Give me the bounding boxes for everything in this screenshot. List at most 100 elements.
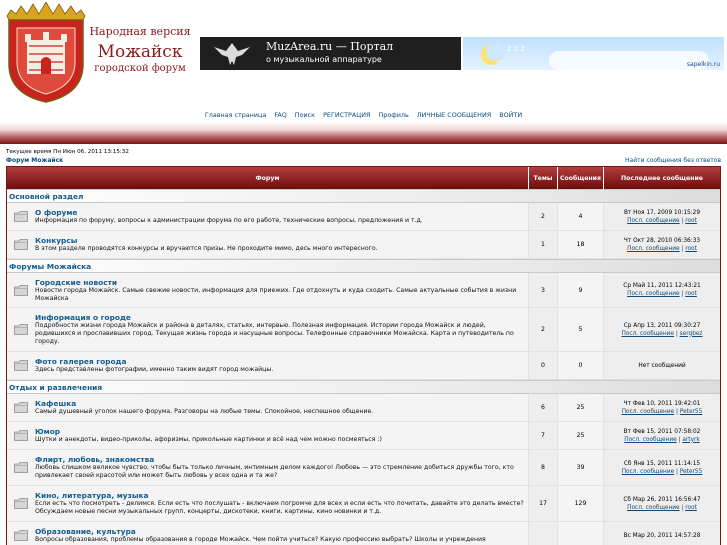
forum-name-link[interactable]: Юмор bbox=[35, 427, 524, 436]
forum-cell: Флирт, любовь, знакомства Любовь слишком … bbox=[7, 450, 528, 485]
forum-description: Если есть что посмотреть - делимся. Если… bbox=[35, 500, 524, 515]
eagle-icon bbox=[214, 43, 250, 65]
header-last-post: Последнее сообщение bbox=[603, 167, 720, 189]
forum-index-link[interactable]: Форум Можайск bbox=[6, 157, 63, 164]
forum-posts-count: 25 bbox=[557, 394, 603, 421]
last-post-label[interactable]: Посл. сообщение bbox=[627, 505, 680, 511]
last-post-author[interactable]: root bbox=[685, 218, 697, 224]
forum-cell: Информация о городе Подробности жизни гор… bbox=[7, 308, 528, 351]
last-post-link[interactable]: Посл. сообщение | sergbez bbox=[622, 330, 703, 338]
last-post-cell: Чт Фев 10, 2011 19:42:01 Посл. сообщение … bbox=[603, 394, 720, 421]
nav-faq[interactable]: FAQ bbox=[274, 111, 286, 119]
last-post-label[interactable]: Посл. сообщение bbox=[627, 218, 680, 224]
last-post-date: Ср Апр 13, 2011 09:30:27 bbox=[623, 322, 701, 329]
forum-name-link[interactable]: Образование, культура bbox=[35, 527, 524, 536]
forum-row: Флирт, любовь, знакомства Любовь слишком … bbox=[7, 450, 720, 486]
nav-search[interactable]: Поиск bbox=[295, 111, 315, 119]
folder-icon bbox=[7, 360, 35, 371]
folder-icon bbox=[7, 239, 35, 250]
last-post-author[interactable]: root bbox=[685, 291, 697, 297]
last-post-label[interactable]: Посл. сообщение bbox=[622, 469, 675, 475]
forum-cell: Юмор Шутки и анекдоты, видео-приколы, афо… bbox=[7, 422, 528, 449]
last-post-label[interactable]: Посл. сообщение bbox=[627, 246, 680, 252]
last-post-author[interactable]: artyrk bbox=[682, 437, 699, 443]
forum-info: Образование, культура Вопросы образования… bbox=[35, 527, 524, 544]
last-post-link[interactable]: Посл. сообщение | Peter55 bbox=[622, 408, 703, 416]
last-post-label[interactable]: Посл. сообщение bbox=[622, 409, 675, 415]
decorative-red-bar bbox=[0, 122, 727, 144]
logo-line2: Можайск bbox=[97, 42, 183, 62]
current-time: Текущее время Пн Июн 06, 2011 13:15:32 bbox=[6, 149, 129, 155]
site-logo[interactable]: Народная версия Можайск городской форум bbox=[88, 25, 192, 75]
forum-row: Информация о городе Подробности жизни гор… bbox=[7, 308, 720, 352]
forum-description: Здесь представлены фотографии, именно та… bbox=[35, 366, 274, 373]
category-header[interactable]: Отдых и развлечения bbox=[7, 380, 720, 394]
forum-row: Кино, литература, музыка Если есть что по… bbox=[7, 486, 720, 522]
forum-name-link[interactable]: Информация о городе bbox=[35, 313, 524, 322]
folder-icon bbox=[7, 402, 35, 413]
sapelkin-banner[interactable]: z z z sapelkin.ru bbox=[463, 37, 724, 70]
svg-text:z z z: z z z bbox=[507, 44, 525, 53]
header-forum: Форум bbox=[255, 174, 280, 182]
forum-topics-count: 6 bbox=[528, 394, 557, 421]
forum-info: Юмор Шутки и анекдоты, видео-приколы, афо… bbox=[35, 427, 524, 444]
forum-name-link[interactable]: Конкурсы bbox=[35, 236, 524, 245]
last-post-author[interactable]: Peter55 bbox=[680, 469, 702, 475]
forum-table: Форум Темы Сообщения Последнее сообщение… bbox=[6, 166, 721, 545]
category-header[interactable]: Основной раздел bbox=[7, 189, 720, 203]
nav-home[interactable]: Главная страница bbox=[205, 111, 266, 119]
sleeping-moon-icon: z z z bbox=[481, 43, 525, 65]
forum-cell: Кино, литература, музыка Если есть что по… bbox=[7, 486, 528, 521]
forum-info: Информация о городе Подробности жизни гор… bbox=[35, 313, 524, 346]
nav-login[interactable]: ВОЙТИ bbox=[499, 111, 522, 119]
nav-register[interactable]: РЕГИСТРАЦИЯ bbox=[323, 111, 370, 119]
forum-posts-count: 9 bbox=[557, 273, 603, 307]
forum-topics-count: 1 bbox=[528, 231, 557, 258]
forum-posts-count: 0 bbox=[557, 352, 603, 379]
unanswered-posts-link[interactable]: Найти сообщения без ответов bbox=[625, 157, 721, 164]
forum-topics-count: 17 bbox=[528, 486, 557, 521]
last-post-link[interactable]: Посл. сообщение | root bbox=[627, 217, 697, 225]
forum-cell: Конкурсы В этом разделе проводятся конкур… bbox=[7, 231, 528, 258]
forum-name-link[interactable]: Кино, литература, музыка bbox=[35, 491, 524, 500]
forum-posts-count: 5 bbox=[557, 308, 603, 351]
last-post-date: Сб Янв 15, 2011 11:14:15 bbox=[623, 460, 701, 467]
forum-name-link[interactable]: О форуме bbox=[35, 208, 524, 217]
forum-name-link[interactable]: Флирт, любовь, знакомства bbox=[35, 455, 524, 464]
forum-info: Конкурсы В этом разделе проводятся конкур… bbox=[35, 236, 524, 253]
nav-messages[interactable]: ЛИЧНЫЕ СООБЩЕНИЯ bbox=[417, 111, 491, 119]
last-post-link[interactable]: Посл. сообщение | root bbox=[627, 504, 697, 512]
last-post-link[interactable]: Посл. сообщение | root bbox=[627, 290, 697, 298]
nav-profile[interactable]: Профиль bbox=[378, 111, 408, 119]
forum-description: Новости города Можайск. Самые свежие нов… bbox=[35, 286, 517, 302]
forum-posts-count: 4 bbox=[557, 203, 603, 230]
muzarea-banner[interactable]: MuzArea.ru — Портал о музыкальной аппара… bbox=[200, 37, 461, 70]
forum-name-link[interactable]: Кафешка bbox=[35, 399, 524, 408]
last-post-label[interactable]: Посл. сообщение bbox=[627, 291, 680, 297]
last-post-link[interactable]: Посл. сообщение | artyrk bbox=[624, 436, 700, 444]
last-post-author[interactable]: Peter55 bbox=[680, 409, 702, 415]
forum-row: Образование, культура Вопросы образования… bbox=[7, 522, 720, 545]
last-post-link[interactable]: Посл. сообщение | root bbox=[627, 245, 697, 253]
last-post-label[interactable]: Посл. сообщение bbox=[624, 437, 677, 443]
forum-description: Информация по форуму, вопросы к админист… bbox=[35, 217, 423, 224]
banner1-subtitle: о музыкальной аппаратуре bbox=[266, 55, 382, 64]
forum-cell: Городские новости Новости города Можайск.… bbox=[7, 273, 528, 307]
last-post-link[interactable]: Посл. сообщение | Peter55 bbox=[622, 468, 703, 476]
forum-name-link[interactable]: Городские новости bbox=[35, 278, 524, 287]
forum-cell: О форуме Информация по форуму, вопросы к … bbox=[7, 203, 528, 230]
forum-row: О форуме Информация по форуму, вопросы к … bbox=[7, 203, 720, 231]
last-post-label[interactable]: Посл. сообщение bbox=[622, 331, 675, 337]
category-header[interactable]: Форумы Можайска bbox=[7, 259, 720, 273]
forum-name-link[interactable]: Фото галерея города bbox=[35, 357, 524, 366]
folder-icon bbox=[7, 211, 35, 222]
logo-line3: городской форум bbox=[94, 63, 186, 74]
last-post-author[interactable]: root bbox=[685, 246, 697, 252]
last-post-cell: Ср Апр 13, 2011 09:30:27 Посл. сообщение … bbox=[603, 308, 720, 351]
site-header: Народная версия Можайск городской форум … bbox=[0, 0, 727, 106]
coat-of-arms-icon[interactable] bbox=[3, 2, 89, 104]
folder-icon bbox=[7, 284, 35, 296]
last-post-author[interactable]: root bbox=[685, 505, 697, 511]
folder-icon bbox=[7, 462, 35, 473]
last-post-author[interactable]: sergbez bbox=[680, 331, 703, 337]
